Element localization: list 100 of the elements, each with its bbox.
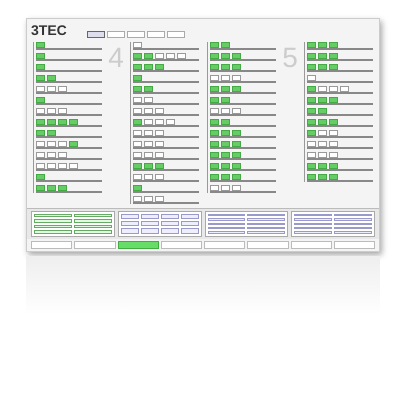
function-button[interactable] [31,240,72,249]
slot[interactable] [329,141,338,147]
slot[interactable] [155,53,164,59]
slot[interactable] [210,130,219,136]
tab[interactable] [86,31,105,38]
function-button[interactable] [204,240,246,249]
slot[interactable] [340,86,349,92]
control-field[interactable] [74,224,112,228]
slot[interactable] [144,174,153,180]
slot[interactable] [307,119,316,125]
slot[interactable] [318,174,327,180]
slot[interactable] [307,64,316,70]
slot[interactable] [221,174,230,180]
slot[interactable] [318,64,327,70]
control-field[interactable] [34,224,72,228]
slot[interactable] [221,141,230,147]
slot[interactable] [144,163,153,169]
slot[interactable] [307,75,316,81]
slot[interactable] [318,53,327,59]
slot[interactable] [329,42,338,48]
slot[interactable] [133,130,142,136]
slot[interactable] [47,75,56,81]
slot[interactable] [307,97,316,103]
slot[interactable] [155,130,164,136]
slot[interactable] [329,53,338,59]
slot[interactable] [36,108,45,114]
slot[interactable] [155,163,164,169]
control-field[interactable] [74,230,112,234]
slot[interactable] [36,119,45,125]
slot[interactable] [166,53,175,59]
slot[interactable] [329,130,338,136]
slot[interactable] [133,64,142,70]
slot[interactable] [58,119,67,125]
slot[interactable] [221,163,230,169]
tab[interactable] [166,31,185,38]
slot[interactable] [221,152,230,158]
slot[interactable] [232,152,241,158]
slot[interactable] [144,130,153,136]
slot[interactable] [307,53,316,59]
slot[interactable] [232,64,241,70]
slot[interactable] [329,163,338,169]
slot[interactable] [47,152,56,158]
slot[interactable] [144,141,153,147]
slot[interactable] [210,185,219,191]
slot[interactable] [47,108,56,114]
slot[interactable] [36,42,45,48]
slot[interactable] [47,86,56,92]
tab[interactable] [146,31,165,38]
slot[interactable] [232,141,241,147]
slot[interactable] [318,152,327,158]
slot[interactable] [36,130,45,136]
slot[interactable] [133,119,142,125]
slot[interactable] [318,141,327,147]
slot[interactable] [329,174,338,180]
control-field[interactable] [74,214,112,218]
slot[interactable] [221,42,230,48]
slot[interactable] [307,86,316,92]
slot[interactable] [58,86,67,92]
slot[interactable] [133,174,142,180]
control-field[interactable] [34,230,72,234]
slot[interactable] [144,152,153,158]
slot[interactable] [144,64,153,70]
slot[interactable] [47,130,56,136]
slot[interactable] [232,75,241,81]
slot[interactable] [221,119,230,125]
slot[interactable] [318,119,327,125]
slot[interactable] [36,86,45,92]
slot[interactable] [133,75,142,81]
slot[interactable] [232,163,241,169]
slot[interactable] [144,53,153,59]
slot[interactable] [210,64,219,70]
control-field[interactable] [34,214,72,218]
slot[interactable] [133,53,142,59]
control-field[interactable] [34,219,72,223]
slot[interactable] [232,174,241,180]
slot[interactable] [36,185,45,191]
function-button[interactable] [334,240,375,249]
slot[interactable] [166,119,175,125]
slot[interactable] [144,86,153,92]
slot[interactable] [232,86,241,92]
slot[interactable] [318,42,327,48]
slot[interactable] [307,141,316,147]
slot[interactable] [307,108,316,114]
slot[interactable] [318,86,327,92]
slot[interactable] [232,108,241,114]
slot[interactable] [210,108,219,114]
slot[interactable] [318,108,327,114]
slot[interactable] [144,196,153,202]
slot[interactable] [210,42,219,48]
slot[interactable] [36,64,45,70]
slot[interactable] [221,185,230,191]
slot[interactable] [221,130,230,136]
slot[interactable] [307,174,316,180]
slot[interactable] [133,185,142,191]
slot[interactable] [329,97,338,103]
slot[interactable] [133,196,142,202]
slot[interactable] [133,86,142,92]
slot[interactable] [58,141,67,147]
function-button[interactable] [74,240,116,249]
slot[interactable] [36,163,45,169]
